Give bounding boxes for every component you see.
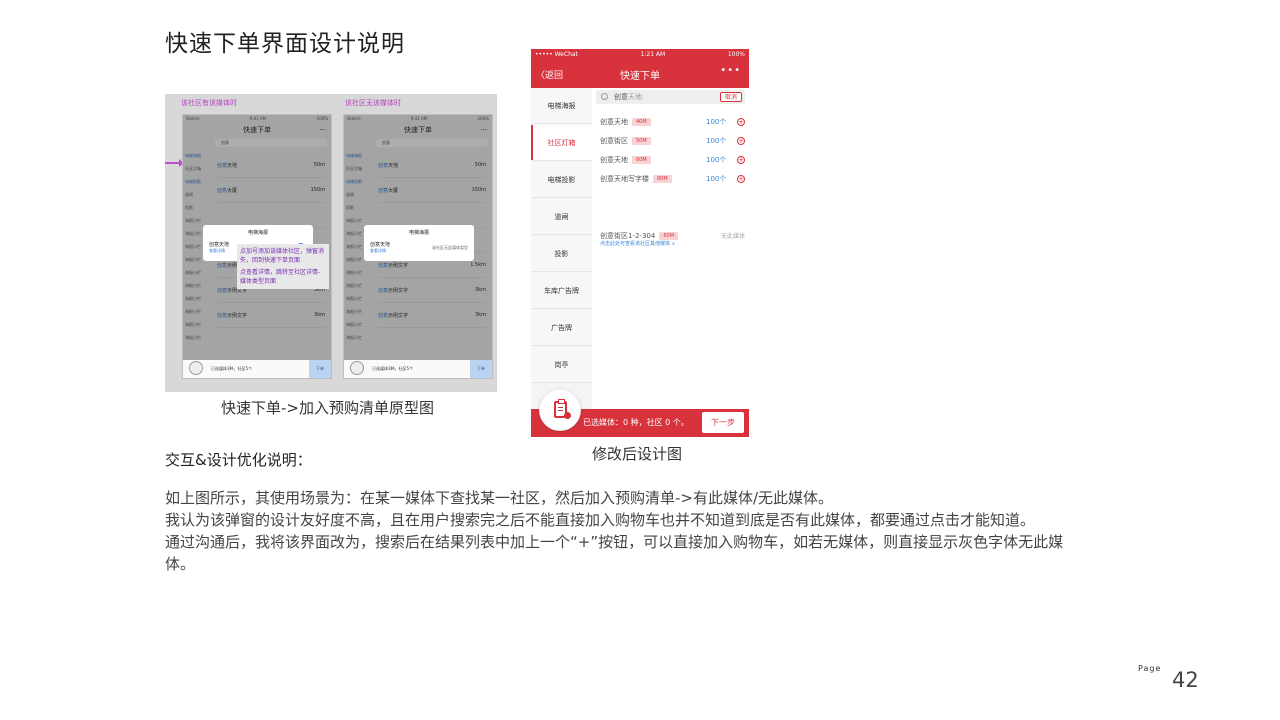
result-count: 100个 — [706, 156, 727, 164]
page-label: Page — [1138, 664, 1162, 673]
result-tag: 50M — [632, 137, 651, 145]
list-item: 创意天地 60M 100个 + — [600, 155, 745, 167]
result-name: 创意天地 40M — [600, 117, 651, 127]
result-title: 创意天地写字楼 — [600, 175, 649, 183]
paragraph: 通过沟通后，我将该界面改为，搜索后在结果列表中加上一个“+”按钮，可以直接加入购… — [165, 533, 1064, 573]
cart-icon — [350, 361, 364, 375]
bottom-summary: 已选媒体3种，社区5个 — [211, 366, 253, 371]
other-media-link[interactable]: 点击此处可查看该社区其他媒体 ∨ — [600, 240, 675, 247]
search-input[interactable]: o 创意天地 取消 — [596, 90, 745, 104]
add-icon[interactable]: + — [737, 118, 745, 126]
result-count: 100个 — [706, 118, 727, 126]
result-name: 创意街区 50M — [600, 136, 651, 146]
bottom-summary: 已选媒体：0 种，社区 0 个。 — [583, 418, 689, 427]
order-button: 下单 — [470, 360, 492, 378]
popup-title: 电梯海报 — [247, 230, 268, 236]
search-prefix: 创意 — [614, 93, 628, 101]
cart-button[interactable] — [539, 389, 581, 431]
status-battery: 100% — [727, 51, 745, 58]
prototype-screen-right: Sketch 9:41 AM 100% 快速下单··· 创意取消 电梯海报社区灯… — [343, 114, 493, 379]
paragraph: 如上图所示，其使用场景为：在某一媒体下查找某一社区，然后加入预购清单->有此媒体… — [165, 489, 834, 507]
page-title: 快速下单界面设计说明 — [165, 31, 405, 57]
list-item: 创意天地 40M 100个 + — [600, 117, 745, 129]
page-number: 42 — [1172, 668, 1199, 692]
next-button[interactable]: 下一步 — [702, 412, 744, 433]
bottom-bar: 已选媒体3种，社区5个 下单 — [183, 360, 331, 378]
status-carrier: ••••• WeChat — [535, 51, 578, 58]
popup-dialog: 电梯海报 创意天地 查看详情 该社区无此媒体类型 — [364, 225, 474, 261]
result-name: 创意天地 60M — [600, 155, 651, 165]
sidebar-item[interactable]: 社区灯箱 — [531, 125, 592, 161]
annotation-line-1: 点加号添加该媒体社区，弹窗消失，回到快速下单页面 — [240, 248, 325, 264]
annotation-note: 点加号添加该媒体社区，弹窗消失，回到快速下单页面 点查看详情，跳转至社区详情-媒… — [237, 244, 329, 289]
result-tag: 40M — [632, 118, 651, 126]
result-name: 创意天地写字楼 80M — [600, 174, 672, 184]
prototype-label-left: 该社区有该媒体时 — [181, 99, 237, 107]
popup-title: 电梯海报 — [408, 230, 429, 236]
sidebar-item[interactable]: 广告牌 — [531, 310, 592, 346]
sidebar-item[interactable]: 岗亭 — [531, 347, 592, 383]
sidebar-item[interactable]: 车库广告牌 — [531, 273, 592, 309]
result-panel: o 创意天地 取消 创意天地 40M 100个 + 创意街区 50M 100个 + 创意天地 60… — [592, 88, 749, 418]
result-count: 100个 — [706, 137, 727, 145]
result-tag: 60M — [659, 232, 679, 240]
status-time: 1:21 AM — [640, 51, 666, 58]
screen-title: 快速下单 — [620, 71, 660, 82]
caption-redesign: 修改后设计图 — [592, 445, 683, 463]
check-badge-icon — [564, 412, 571, 419]
result-tag: 60M — [632, 156, 651, 164]
phone-header: ••••• WeChat 1:21 AM 100% 〈返回 快速下单 ••• — [531, 49, 749, 88]
result-name: 创意街区1-2-304 — [600, 232, 656, 240]
search-rest: 天地 — [628, 93, 642, 101]
prototype-image: 该社区有该媒体时 该社区无该媒体时 Sketch 9:41 AM 100% 快速… — [165, 94, 497, 392]
prototype-label-right: 该社区无该媒体时 — [345, 99, 401, 107]
category-sidebar: 电梯海报 社区灯箱 电梯投影 道闸 投影 车库广告牌 广告牌 岗亭 — [531, 88, 592, 418]
sidebar-item[interactable]: 道闸 — [531, 199, 592, 235]
caption-prototype: 快速下单->加入预购清单原型图 — [221, 399, 434, 417]
result-count: 100个 — [706, 175, 727, 183]
add-icon[interactable]: + — [737, 137, 745, 145]
order-button: 下单 — [309, 360, 331, 378]
section-heading: 交互&设计优化说明： — [165, 451, 312, 469]
sidebar-item[interactable]: 电梯海报 — [531, 88, 592, 124]
no-media-status: 无此媒体 — [720, 233, 745, 240]
result-tag: 80M — [653, 175, 672, 183]
result-title: 创意街区 — [600, 137, 628, 145]
list-item: 创意天地写字楼 80M 100个 + — [600, 174, 745, 186]
result-title: 创意天地 — [600, 118, 628, 126]
add-icon[interactable]: + — [737, 175, 745, 183]
popup-no-media-text: 该社区无此媒体类型 — [432, 245, 468, 250]
annotation-line-2: 点查看详情，跳转至社区详情-媒体类型页面 — [240, 269, 321, 285]
cart-icon — [189, 361, 203, 375]
body-text: 如上图所示，其使用场景为：在某一媒体下查找某一社区，然后加入预购清单->有此媒体… — [165, 487, 1065, 575]
bottom-summary: 已选媒体3种，社区5个 — [372, 366, 414, 371]
sidebar-item[interactable]: 投影 — [531, 236, 592, 272]
result-title: 创意天地 — [600, 156, 628, 164]
add-icon[interactable]: + — [737, 156, 745, 164]
arrow-icon — [165, 159, 184, 167]
bottom-bar: 已选媒体3种，社区5个 下单 — [344, 360, 492, 378]
sidebar-item[interactable]: 电梯投影 — [531, 162, 592, 198]
list-item: 创意街区 50M 100个 + — [600, 136, 745, 148]
search-icon: o — [601, 93, 608, 100]
redesign-phone: ••••• WeChat 1:21 AM 100% 〈返回 快速下单 ••• 电… — [531, 49, 749, 437]
more-icon[interactable]: ••• — [720, 65, 741, 76]
paragraph: 我认为该弹窗的设计友好度不高，且在用户搜索完之后不能直接加入购物车也并不知道到底… — [165, 511, 1036, 529]
cancel-button[interactable]: 取消 — [719, 92, 742, 102]
